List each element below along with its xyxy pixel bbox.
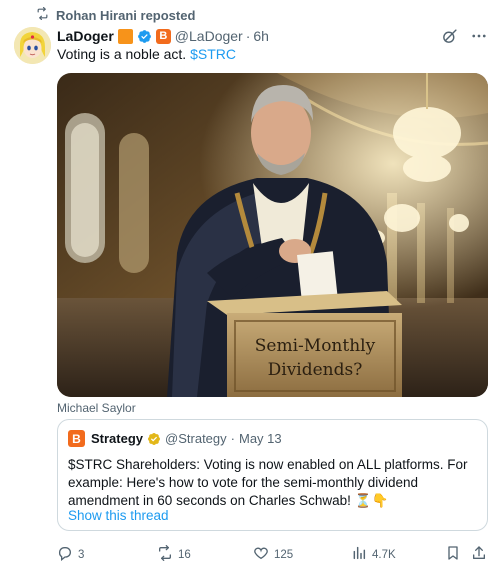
tweet-header: LaDoger B @LaDoger · 6h [57,26,488,46]
retweet-icon [157,545,173,564]
repost-button[interactable]: 16 [157,545,191,564]
hall-of-mirrors-illustration: Semi-Monthly Dividends? [57,73,488,397]
quote-header: B Strategy @Strategy · May 13 [68,430,282,447]
quote-date[interactable]: May 13 [239,431,282,446]
reply-button[interactable]: 3 [57,545,84,564]
author-name[interactable]: LaDoger [57,28,114,44]
action-bar: 3 16 125 4.7K [57,545,488,563]
show-thread-link[interactable]: Show this thread [68,508,169,523]
more-options-icon[interactable] [470,27,488,45]
share-button[interactable] [471,545,487,564]
quote-author-name[interactable]: Strategy [91,431,143,446]
views-button[interactable]: 4.7K [351,545,396,564]
reply-icon [57,545,73,564]
repost-label: Rohan Hirani reposted [56,7,196,23]
heart-icon [253,545,269,564]
views-chart-icon [351,545,367,564]
repost-indicator[interactable]: Rohan Hirani reposted [36,6,196,23]
like-button[interactable]: 125 [253,545,293,564]
bookmark-icon [445,545,461,564]
sign-line-1: Semi-Monthly [255,336,376,356]
tweet-text: Voting is a noble act. $STRC [57,46,236,62]
repost-count: 16 [178,548,191,561]
tweet-text-plain: Voting is a noble act. [57,46,191,62]
media-caption: Michael Saylor [57,401,136,415]
author-handle[interactable]: @LaDoger [175,28,243,44]
strategy-logo-icon: B [68,430,85,447]
strategy-b-badge-icon: B [155,28,171,44]
like-count: 125 [274,548,294,561]
repost-icon [36,6,49,23]
share-icon [471,545,487,564]
separator-dot: · [245,28,251,44]
quoted-tweet[interactable]: B Strategy @Strategy · May 13 $STRC Shar… [57,419,488,531]
orange-square-badge-icon [117,28,133,44]
grok-icon[interactable] [440,27,458,45]
cashtag-link[interactable]: $STRC [190,46,236,62]
reply-count: 3 [78,548,85,561]
views-count: 4.7K [372,548,396,561]
gold-verified-badge-icon [147,432,161,446]
avatar[interactable] [14,27,51,64]
quote-separator-dot: · [230,431,235,446]
bookmark-button[interactable] [445,545,461,564]
tweet-image[interactable]: Semi-Monthly Dividends? [57,73,488,397]
sign-line-2: Dividends? [268,360,363,380]
tweet-time[interactable]: 6h [253,28,269,44]
quote-body: $STRC Shareholders: Voting is now enable… [68,457,468,508]
quote-author-handle[interactable]: @Strategy [165,431,227,446]
verified-badge-icon [137,29,152,44]
